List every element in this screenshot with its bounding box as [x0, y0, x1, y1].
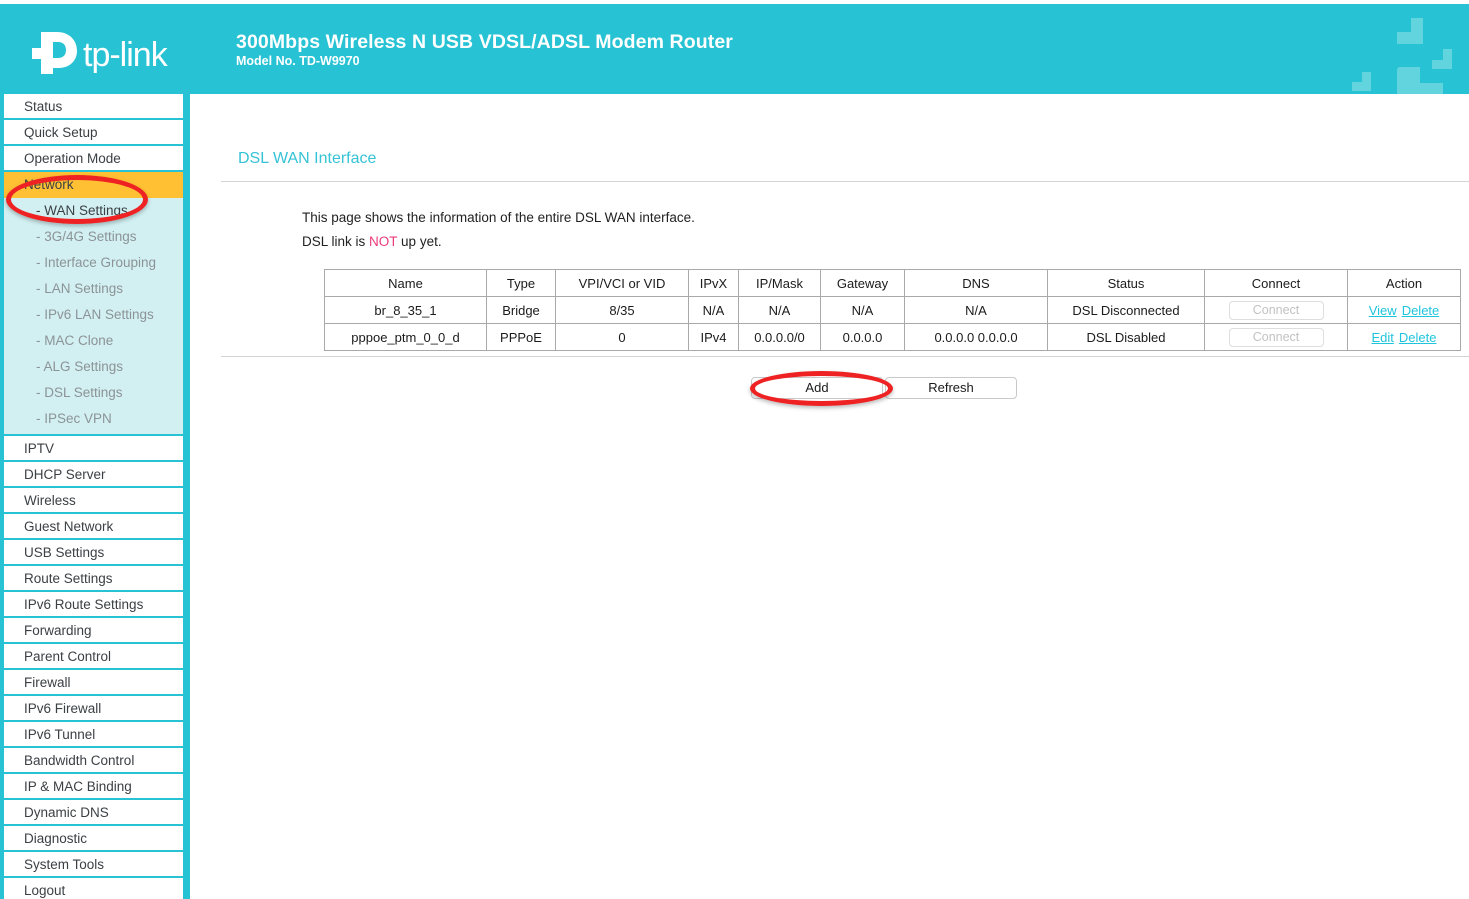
cell-name: pppoe_ptm_0_0_d	[324, 323, 487, 351]
sidebar-item-system-tools[interactable]: System Tools	[4, 852, 183, 878]
column-header-connect: Connect	[1204, 269, 1348, 297]
sidebar-item-alg-settings[interactable]: - ALG Settings	[4, 354, 183, 380]
sidebar-item-quick-setup[interactable]: Quick Setup	[4, 120, 183, 146]
cell-dns: N/A	[904, 296, 1048, 324]
delete-link[interactable]: Delete	[1402, 303, 1440, 318]
tp-link-logo: tp-link	[27, 28, 187, 76]
product-title: 300Mbps Wireless N USB VDSL/ADSL Modem R…	[236, 31, 733, 53]
sidebar-item-iptv[interactable]: IPTV	[4, 436, 183, 462]
intro-text: This page shows the information of the e…	[302, 206, 695, 254]
cell-ip-mask: N/A	[738, 296, 821, 324]
sidebar-item-guest-network[interactable]: Guest Network	[4, 514, 183, 540]
sidebar-item-ip-mac-binding[interactable]: IP & MAC Binding	[4, 774, 183, 800]
wan-interface-table-wrapper: Name Type VPI/VCI or VID IPvX IP/Mask Ga…	[324, 269, 1461, 351]
table-row: br_8_35_1 Bridge 8/35 N/A N/A N/A N/A DS…	[324, 296, 1461, 324]
column-header-gateway: Gateway	[820, 269, 905, 297]
connect-button[interactable]: Connect	[1228, 327, 1324, 347]
header-decoration-notch-3	[1352, 72, 1362, 82]
header-decoration-notch-4	[1420, 67, 1443, 83]
intro-line-2-post: up yet.	[397, 234, 442, 249]
sidebar-item-ipv6-route-settings[interactable]: IPv6 Route Settings	[4, 592, 183, 618]
connect-button[interactable]: Connect	[1228, 300, 1324, 320]
header-decoration-notch-1	[1397, 18, 1411, 32]
sidebar-item-route-settings[interactable]: Route Settings	[4, 566, 183, 592]
header-decoration-notch-2	[1432, 49, 1443, 60]
sidebar-item-wireless[interactable]: Wireless	[4, 488, 183, 514]
divider-bottom	[221, 356, 1469, 357]
cell-ipvx: IPv4	[688, 323, 739, 351]
cell-action: Edit Delete	[1347, 323, 1461, 351]
cell-type: Bridge	[486, 296, 556, 324]
view-link[interactable]: View	[1369, 303, 1397, 318]
cell-ipvx: N/A	[688, 296, 739, 324]
sidebar: Status Quick Setup Operation Mode Networ…	[0, 94, 190, 899]
router-admin-page: tp-link 300Mbps Wireless N USB VDSL/ADSL…	[0, 0, 1469, 899]
column-header-ip-mask: IP/Mask	[738, 269, 821, 297]
intro-line-1: This page shows the information of the e…	[302, 210, 695, 225]
sidebar-item-parent-control[interactable]: Parent Control	[4, 644, 183, 670]
intro-line-2-pre: DSL link is	[302, 234, 370, 249]
table-header-row: Name Type VPI/VCI or VID IPvX IP/Mask Ga…	[324, 269, 1461, 297]
cell-ip-mask: 0.0.0.0/0	[738, 323, 821, 351]
divider-top	[221, 181, 1469, 182]
sidebar-nav: Status Quick Setup Operation Mode Networ…	[4, 94, 183, 899]
refresh-button[interactable]: Refresh	[885, 377, 1017, 399]
main-content: DSL WAN Interface This page shows the in…	[190, 94, 1469, 899]
wan-interface-table: Name Type VPI/VCI or VID IPvX IP/Mask Ga…	[324, 269, 1461, 351]
sidebar-item-operation-mode[interactable]: Operation Mode	[4, 146, 183, 172]
sidebar-item-lan-settings[interactable]: - LAN Settings	[4, 276, 183, 302]
column-header-name: Name	[324, 269, 487, 297]
cell-status: DSL Disconnected	[1047, 296, 1205, 324]
cell-action: View Delete	[1347, 296, 1461, 324]
intro-line-2: DSL link is NOT up yet.	[302, 230, 695, 254]
sidebar-item-forwarding[interactable]: Forwarding	[4, 618, 183, 644]
sidebar-item-ipv6-firewall[interactable]: IPv6 Firewall	[4, 696, 183, 722]
sidebar-item-bandwidth-control[interactable]: Bandwidth Control	[4, 748, 183, 774]
page-title: DSL WAN Interface	[238, 150, 377, 167]
column-header-vpi-vci: VPI/VCI or VID	[555, 269, 689, 297]
sidebar-item-ipsec-vpn[interactable]: - IPSec VPN	[4, 406, 183, 432]
column-header-dns: DNS	[904, 269, 1048, 297]
column-header-action: Action	[1347, 269, 1461, 297]
product-model: Model No. TD-W9970	[236, 54, 360, 68]
sidebar-item-status[interactable]: Status	[4, 94, 183, 120]
cell-name: br_8_35_1	[324, 296, 487, 324]
cell-vpi-vci: 0	[555, 323, 689, 351]
table-row: pppoe_ptm_0_0_d PPPoE 0 IPv4 0.0.0.0/0 0…	[324, 323, 1461, 351]
sidebar-submenu-network: - WAN Settings - 3G/4G Settings - Interf…	[4, 198, 183, 436]
dsl-link-status-emphasis: NOT	[369, 234, 398, 249]
cell-dns: 0.0.0.0 0.0.0.0	[904, 323, 1048, 351]
cell-status: DSL Disabled	[1047, 323, 1205, 351]
svg-text:tp-link: tp-link	[83, 36, 169, 74]
action-button-row: Add Refresh	[751, 377, 1017, 399]
cell-connect: Connect	[1204, 323, 1348, 351]
sidebar-item-dhcp-server[interactable]: DHCP Server	[4, 462, 183, 488]
sidebar-item-logout[interactable]: Logout	[4, 878, 183, 899]
edit-link[interactable]: Edit	[1372, 330, 1394, 345]
sidebar-item-diagnostic[interactable]: Diagnostic	[4, 826, 183, 852]
sidebar-item-mac-clone[interactable]: - MAC Clone	[4, 328, 183, 354]
column-header-ipvx: IPvX	[688, 269, 739, 297]
sidebar-item-firewall[interactable]: Firewall	[4, 670, 183, 696]
sidebar-item-ipv6-tunnel[interactable]: IPv6 Tunnel	[4, 722, 183, 748]
cell-vpi-vci: 8/35	[555, 296, 689, 324]
column-header-type: Type	[486, 269, 556, 297]
sidebar-item-usb-settings[interactable]: USB Settings	[4, 540, 183, 566]
cell-gateway: N/A	[820, 296, 905, 324]
column-header-status: Status	[1047, 269, 1205, 297]
cell-gateway: 0.0.0.0	[820, 323, 905, 351]
sidebar-item-wan-settings[interactable]: - WAN Settings	[4, 198, 183, 224]
cell-connect: Connect	[1204, 296, 1348, 324]
add-button[interactable]: Add	[751, 377, 883, 399]
sidebar-item-network[interactable]: Network	[4, 172, 183, 198]
sidebar-item-dsl-settings[interactable]: - DSL Settings	[4, 380, 183, 406]
sidebar-item-dynamic-dns[interactable]: Dynamic DNS	[4, 800, 183, 826]
sidebar-item-ipv6-lan-settings[interactable]: - IPv6 LAN Settings	[4, 302, 183, 328]
sidebar-item-interface-grouping[interactable]: - Interface Grouping	[4, 250, 183, 276]
cell-type: PPPoE	[486, 323, 556, 351]
page-header: tp-link 300Mbps Wireless N USB VDSL/ADSL…	[0, 4, 1469, 94]
delete-link[interactable]: Delete	[1399, 330, 1437, 345]
sidebar-item-3g-4g-settings[interactable]: - 3G/4G Settings	[4, 224, 183, 250]
